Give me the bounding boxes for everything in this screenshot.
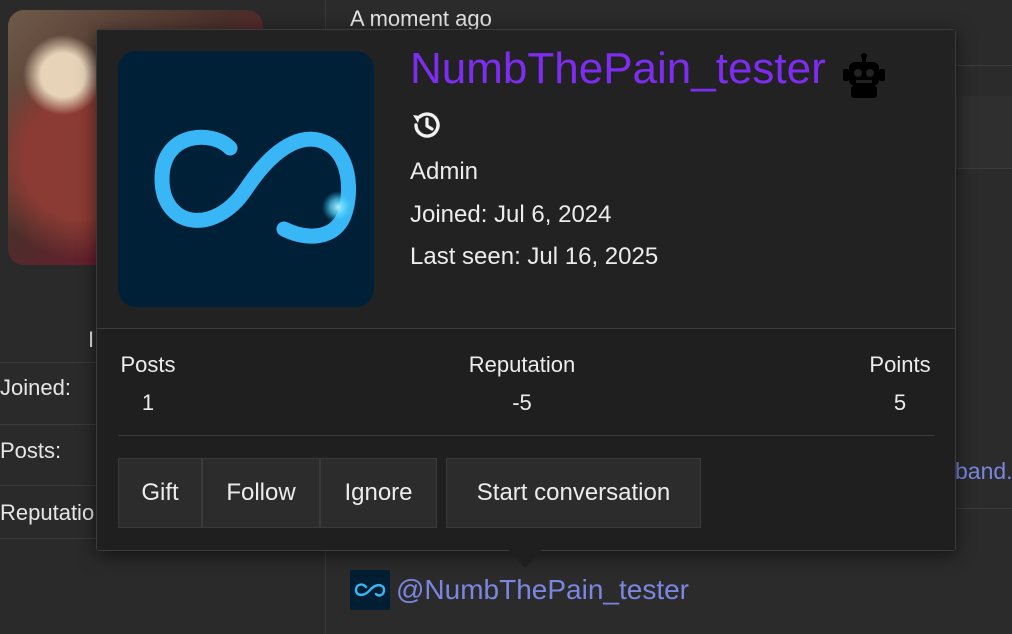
posts-label: Posts: xyxy=(0,438,62,463)
member-tooltip-card: NumbThePain_tester Admin Joined: Jul 6, … xyxy=(96,29,956,551)
infinity-logo-icon xyxy=(154,129,356,244)
joined-label: Joined: xyxy=(0,375,71,400)
member-joined-date: Joined: Jul 6, 2024 xyxy=(410,201,612,228)
robot-icon xyxy=(843,53,885,98)
stat-reputation: Reputation -5 xyxy=(461,352,583,416)
infinity-logo-icon xyxy=(350,570,390,610)
history-icon xyxy=(413,112,440,138)
divider xyxy=(954,168,1012,169)
gift-button[interactable]: Gift xyxy=(118,458,202,528)
member-last-seen: Last seen: Jul 16, 2025 xyxy=(410,243,659,270)
user-mention[interactable]: @NumbThePain_tester xyxy=(350,570,689,610)
stat-label: Points xyxy=(869,352,931,377)
ignore-button[interactable]: Ignore xyxy=(320,458,437,528)
divider xyxy=(0,424,100,425)
member-avatar[interactable] xyxy=(118,51,374,307)
follow-button[interactable]: Follow xyxy=(202,458,320,528)
member-role: Admin xyxy=(410,158,479,185)
stat-value: -5 xyxy=(512,390,532,415)
divider xyxy=(0,485,100,486)
stat-value[interactable]: 1 xyxy=(118,390,178,416)
stat-value[interactable]: 5 xyxy=(865,390,935,416)
stat-label: Posts xyxy=(120,352,176,377)
stat-label: Reputation xyxy=(468,352,576,377)
divider xyxy=(0,538,100,539)
member-username[interactable]: NumbThePain_tester xyxy=(410,44,826,94)
mention-username[interactable]: @NumbThePain_tester xyxy=(396,574,689,606)
tooltip-arrow xyxy=(508,549,542,568)
divider xyxy=(0,362,100,363)
reputation-label: Reputatio xyxy=(0,500,95,525)
stat-points[interactable]: Points 5 xyxy=(865,352,935,416)
divider xyxy=(118,435,934,436)
divider xyxy=(954,508,1012,509)
post-link[interactable]: band. xyxy=(955,458,1012,485)
divider xyxy=(954,65,1012,66)
stat-posts[interactable]: Posts 1 xyxy=(118,352,178,416)
start-conversation-button[interactable]: Start conversation xyxy=(446,458,701,528)
post-toolbar xyxy=(954,96,1012,168)
